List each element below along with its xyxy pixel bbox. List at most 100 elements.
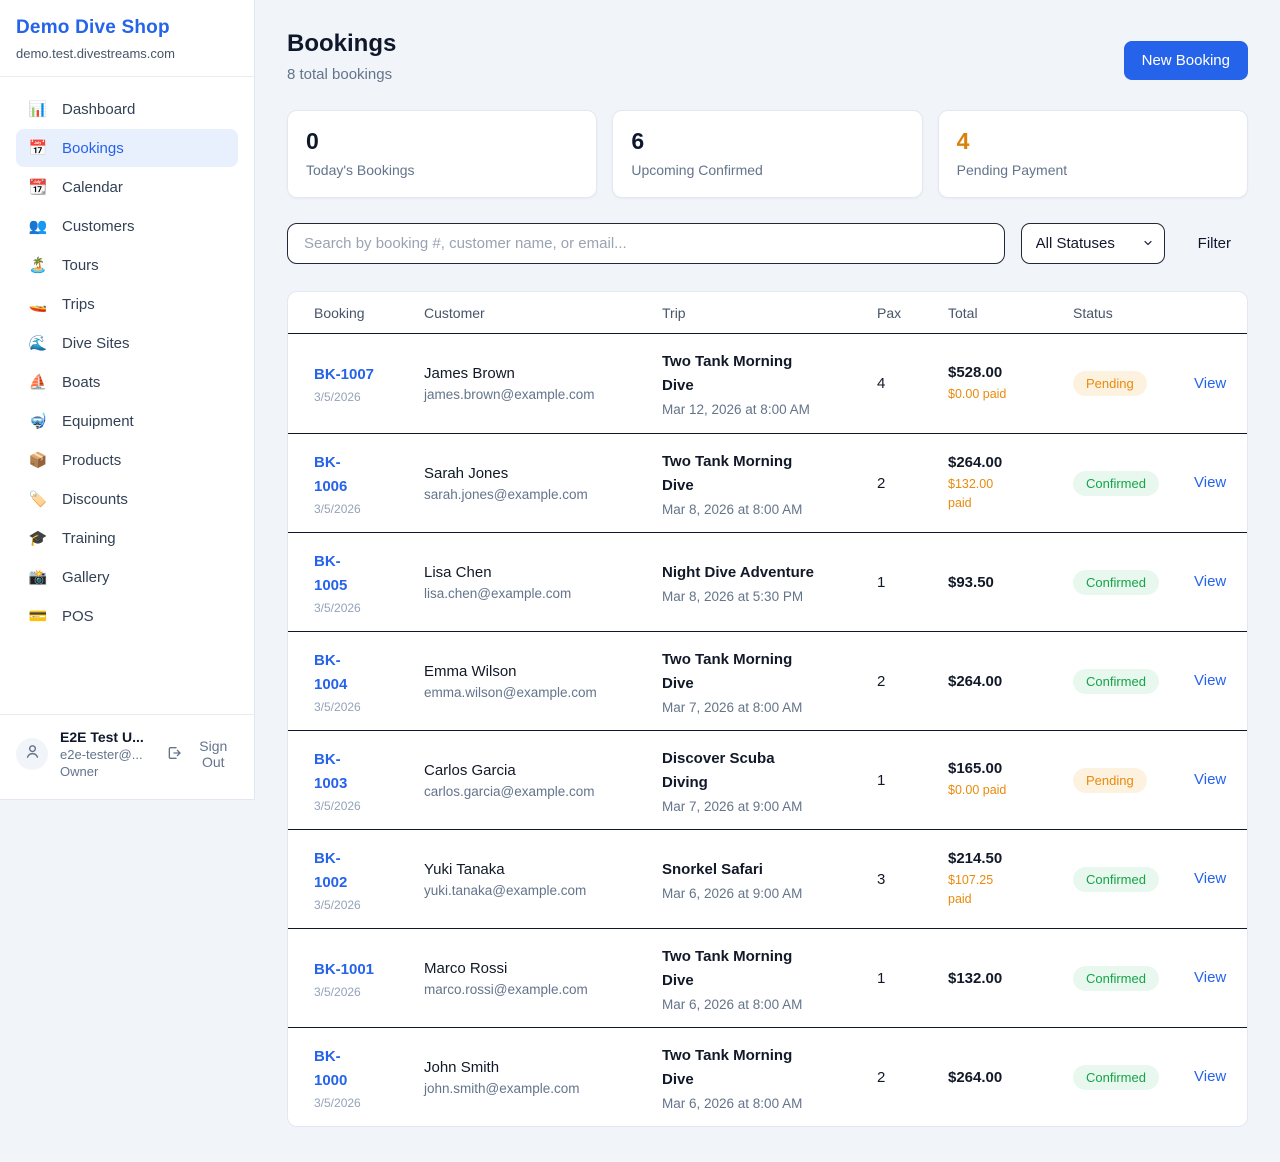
- customer-cell: Yuki Tanaka yuki.tanaka@example.com: [424, 861, 662, 898]
- user-meta: E2E Test U... e2e-tester@... Owner: [60, 729, 154, 779]
- sidebar-item-gallery[interactable]: 📸 Gallery: [16, 558, 238, 596]
- trip-cell: Discover Scuba Diving Mar 7, 2026 at 9:0…: [662, 747, 877, 814]
- filter-button[interactable]: Filter: [1198, 235, 1231, 252]
- view-link[interactable]: View: [1194, 672, 1226, 689]
- dive-sites-icon: 🌊: [28, 334, 48, 352]
- brand-domain: demo.test.divestreams.com: [16, 46, 238, 61]
- sidebar-item-trips[interactable]: 🚤 Trips: [16, 285, 238, 323]
- status-badge: Confirmed: [1073, 1065, 1159, 1090]
- booking-cell: BK-1007 3/5/2026: [314, 363, 424, 404]
- sidebar-item-customers[interactable]: 👥 Customers: [16, 207, 238, 245]
- pax-cell: 1: [877, 772, 948, 789]
- pax-cell: 1: [877, 574, 948, 591]
- table-header-row: Booking Customer Trip Pax Total Status: [288, 292, 1247, 334]
- view-link[interactable]: View: [1194, 1068, 1226, 1085]
- total-amount: $93.50: [948, 574, 1073, 591]
- total-cell: $264.00: [948, 1069, 1073, 1086]
- gallery-icon: 📸: [28, 568, 48, 586]
- customers-icon: 👥: [28, 217, 48, 235]
- sidebar-item-pos[interactable]: 💳 POS: [16, 597, 238, 635]
- status-badge: Confirmed: [1073, 867, 1159, 892]
- sidebar-item-boats[interactable]: ⛵ Boats: [16, 363, 238, 401]
- sidebar-item-label: Tours: [62, 257, 99, 274]
- total-cell: $132.00: [948, 970, 1073, 987]
- trip-datetime: Mar 6, 2026 at 8:00 AM: [662, 997, 877, 1012]
- customer-email: emma.wilson@example.com: [424, 685, 662, 700]
- booking-number-link[interactable]: BK- 1000: [314, 1045, 424, 1093]
- booking-number-link[interactable]: BK- 1003: [314, 748, 424, 796]
- booking-number-link[interactable]: BK- 1005: [314, 550, 424, 598]
- sidebar-item-tours[interactable]: 🏝️ Tours: [16, 246, 238, 284]
- status-cell: Confirmed: [1073, 471, 1194, 496]
- booking-number-link[interactable]: BK- 1002: [314, 847, 424, 895]
- pax-cell: 2: [877, 673, 948, 690]
- booking-number-link[interactable]: BK- 1006: [314, 451, 424, 499]
- pax-cell: 4: [877, 375, 948, 392]
- booking-number-link[interactable]: BK- 1004: [314, 649, 424, 697]
- total-cell: $528.00 $0.00 paid: [948, 364, 1073, 404]
- user-name: E2E Test U...: [60, 729, 154, 745]
- customer-name: James Brown: [424, 365, 662, 382]
- trip-cell: Two Tank Morning Dive Mar 6, 2026 at 8:0…: [662, 1044, 877, 1111]
- total-amount: $214.50: [948, 850, 1073, 867]
- view-link[interactable]: View: [1194, 375, 1226, 392]
- status-badge: Confirmed: [1073, 471, 1159, 496]
- customer-cell: James Brown james.brown@example.com: [424, 365, 662, 402]
- training-icon: 🎓: [28, 529, 48, 547]
- column-header-customer: Customer: [424, 305, 662, 321]
- stat-label: Today's Bookings: [306, 162, 578, 178]
- customer-cell: Marco Rossi marco.rossi@example.com: [424, 960, 662, 997]
- view-link[interactable]: View: [1194, 771, 1226, 788]
- sign-out-label: Sign Out: [189, 738, 238, 770]
- equipment-icon: 🤿: [28, 412, 48, 430]
- sidebar-item-equipment[interactable]: 🤿 Equipment: [16, 402, 238, 440]
- table-row: BK- 1000 3/5/2026 John Smith john.smith@…: [288, 1027, 1247, 1126]
- actions-cell: View: [1194, 573, 1247, 591]
- table-row: BK- 1006 3/5/2026 Sarah Jones sarah.jone…: [288, 433, 1247, 532]
- sidebar-item-calendar[interactable]: 📆 Calendar: [16, 168, 238, 206]
- status-badge: Pending: [1073, 768, 1147, 793]
- trip-name: Discover Scuba Diving: [662, 747, 877, 795]
- sidebar-item-bookings[interactable]: 📅 Bookings: [16, 129, 238, 167]
- sidebar-item-training[interactable]: 🎓 Training: [16, 519, 238, 557]
- booking-number-link[interactable]: BK-1001: [314, 958, 424, 982]
- new-booking-button[interactable]: New Booking: [1124, 41, 1248, 80]
- actions-cell: View: [1194, 870, 1247, 888]
- sidebar-item-dive-sites[interactable]: 🌊 Dive Sites: [16, 324, 238, 362]
- sidebar-item-products[interactable]: 📦 Products: [16, 441, 238, 479]
- trip-cell: Two Tank Morning Dive Mar 6, 2026 at 8:0…: [662, 945, 877, 1012]
- trip-cell: Snorkel Safari Mar 6, 2026 at 9:00 AM: [662, 858, 877, 901]
- sidebar-item-label: Dive Sites: [62, 335, 130, 352]
- sidebar-item-label: Boats: [62, 374, 100, 391]
- customer-email: yuki.tanaka@example.com: [424, 883, 662, 898]
- trip-name: Two Tank Morning Dive: [662, 648, 877, 696]
- user-icon: [24, 743, 41, 765]
- paid-amount: $132.00 paid: [948, 475, 1018, 513]
- sidebar-item-label: Products: [62, 452, 121, 469]
- sign-out-button[interactable]: Sign Out: [166, 738, 238, 770]
- brand-title[interactable]: Demo Dive Shop: [16, 17, 238, 39]
- booking-number-link[interactable]: BK-1007: [314, 363, 424, 387]
- customer-name: Emma Wilson: [424, 663, 662, 680]
- trip-name: Two Tank Morning Dive: [662, 1044, 877, 1092]
- view-link[interactable]: View: [1194, 969, 1226, 986]
- bookings-icon: 📅: [28, 139, 48, 157]
- status-filter-select[interactable]: All Statuses: [1021, 223, 1165, 264]
- sidebar-item-label: POS: [62, 608, 94, 625]
- controls-row: All Statuses Filter: [287, 223, 1248, 264]
- user-block: E2E Test U... e2e-tester@... Owner Sign …: [0, 714, 254, 799]
- customer-email: lisa.chen@example.com: [424, 586, 662, 601]
- status-filter-wrap: All Statuses: [1021, 223, 1165, 264]
- search-input[interactable]: [287, 223, 1005, 264]
- status-cell: Confirmed: [1073, 1065, 1194, 1090]
- table-row: BK- 1003 3/5/2026 Carlos Garcia carlos.g…: [288, 730, 1247, 829]
- view-link[interactable]: View: [1194, 870, 1226, 887]
- trips-icon: 🚤: [28, 295, 48, 313]
- customer-email: james.brown@example.com: [424, 387, 662, 402]
- view-link[interactable]: View: [1194, 573, 1226, 590]
- paid-amount: $107.25 paid: [948, 871, 1018, 909]
- sidebar-item-discounts[interactable]: 🏷️ Discounts: [16, 480, 238, 518]
- customer-name: Sarah Jones: [424, 465, 662, 482]
- sidebar-item-dashboard[interactable]: 📊 Dashboard: [16, 90, 238, 128]
- view-link[interactable]: View: [1194, 474, 1226, 491]
